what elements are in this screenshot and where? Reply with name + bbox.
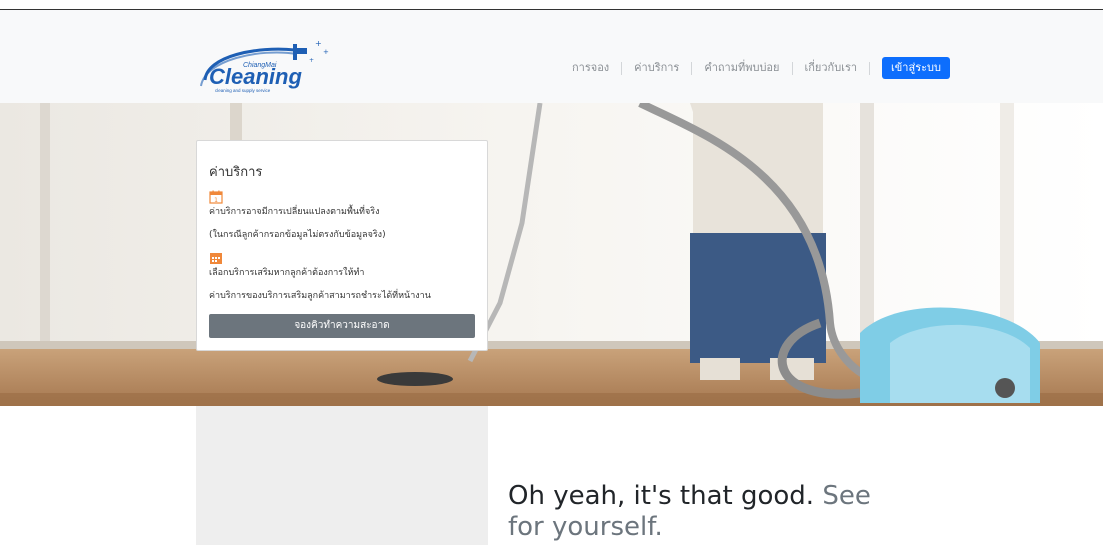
svg-text:+: +	[315, 39, 322, 48]
svg-text:1: 1	[214, 197, 218, 204]
tagline-heading: Oh yeah, it's that good. See for yoursel…	[508, 481, 908, 543]
card-text-extra-payment: ค่าบริการของบริการเสริมลูกค้าสามารถชำระไ…	[209, 291, 431, 301]
nav-link-booking[interactable]: การจอง	[560, 60, 621, 76]
svg-text:+: +	[323, 48, 329, 56]
nav-link-pricing[interactable]: ค่าบริการ	[622, 60, 691, 76]
card-text-extra-service: เลือกบริการเสริมหากลูกค้าต้องการให้ทำ	[209, 268, 365, 278]
nav-link-about[interactable]: เกี่ยวกับเรา	[793, 60, 870, 76]
card-text-price-condition: (ในกรณีลูกค้ากรอกข้อมูลไม่ตรงกับข้อมูลจร…	[209, 230, 386, 240]
hero-banner	[0, 103, 1103, 406]
login-button[interactable]: เข้าสู่ระบบ	[882, 57, 950, 79]
card-title: ค่าบริการ	[209, 165, 263, 180]
hero-image	[0, 103, 1103, 406]
logo-sub-text: cleaning and supply service	[215, 88, 271, 93]
calendar-grid-icon	[210, 253, 222, 264]
calendar-icon: 1	[209, 190, 223, 204]
nav-link-faq[interactable]: คำถามที่พบบ่อย	[692, 60, 791, 76]
logo-main-text: Cleaning	[209, 64, 302, 89]
pricing-card: ค่าบริการ 1 ค่าบริการอาจมีการเปลี่ยนแปลง…	[196, 140, 488, 351]
tagline-strong: Oh yeah, it's that good.	[508, 481, 815, 511]
nav-divider	[869, 61, 871, 75]
book-cleaning-button[interactable]: จองคิวทำความสะอาด	[209, 314, 475, 338]
logo-graphic: + + + ChiangMai Cleaning cleaning and su…	[200, 39, 329, 93]
brand-logo[interactable]: + + + ChiangMai Cleaning cleaning and su…	[197, 36, 332, 94]
svg-text:+: +	[309, 57, 314, 64]
card-text-price-note: ค่าบริการอาจมีการเปลี่ยนแปลงตามพื้นที่จร…	[209, 207, 380, 217]
image-placeholder	[196, 406, 488, 545]
navbar: + + + ChiangMai Cleaning cleaning and su…	[0, 10, 1103, 103]
main-nav: การจอง ค่าบริการ คำถามที่พบบ่อย เกี่ยวกั…	[560, 56, 950, 80]
